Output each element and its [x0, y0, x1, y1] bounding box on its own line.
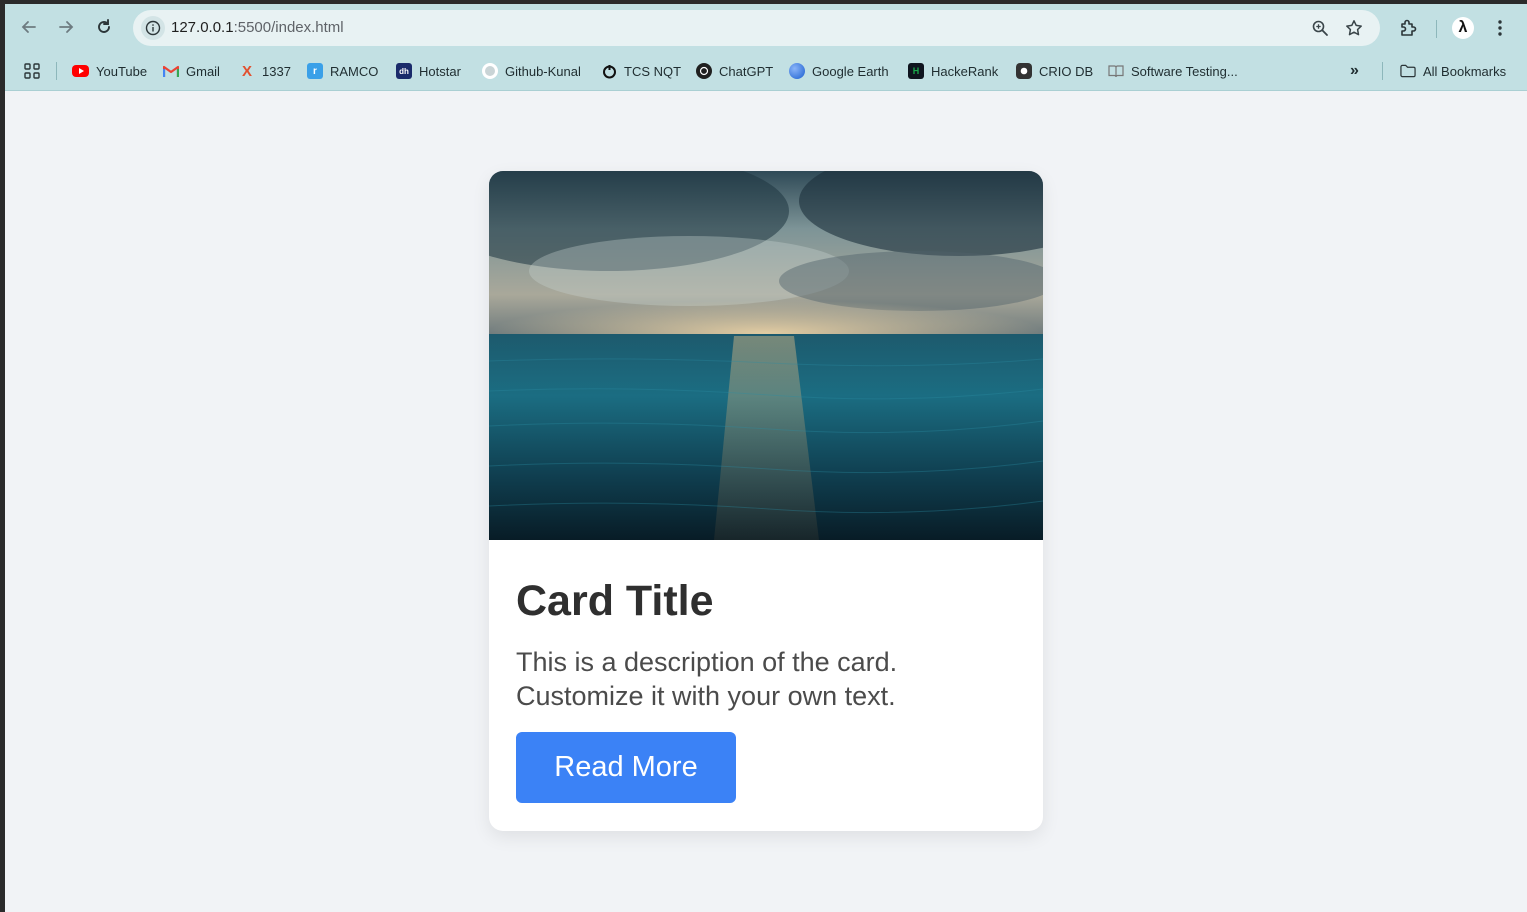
gmail-icon: [163, 63, 179, 79]
bookmark-hotstar[interactable]: dh Hotstar: [396, 61, 461, 81]
book-icon: [1108, 63, 1124, 79]
bookmark-label: HackeRank: [931, 63, 999, 79]
bookmark-label: TCS NQT: [624, 63, 682, 79]
bookmark-label: YouTube: [96, 63, 148, 79]
youtube-icon: [72, 65, 89, 77]
toolbar-divider: [1436, 20, 1437, 38]
bookmark-label: RAMCO: [330, 63, 379, 79]
card-description: This is a description of the card. Custo…: [516, 647, 898, 711]
reload-icon[interactable]: [93, 16, 115, 38]
browser-toolbar: 127.0.0.1:5500/index.html λ: [5, 4, 1527, 52]
bookmark-label: Github-Kunal: [505, 63, 581, 79]
tcs-icon: [601, 63, 617, 79]
bookmarks-divider: [1382, 62, 1383, 80]
forward-arrow-icon[interactable]: [55, 16, 77, 38]
apps-grid-icon[interactable]: [24, 61, 40, 81]
bookmark-label: Software Testing...: [1131, 63, 1238, 79]
all-bookmarks-button[interactable]: All Bookmarks: [1400, 61, 1506, 81]
bookmarks-bar: YouTube Gmail X 1337 r RAMCO dh Hotstar …: [5, 52, 1527, 91]
site-info-icon[interactable]: [141, 16, 165, 40]
zoom-icon[interactable]: [1310, 18, 1330, 38]
url-path: :5500/index.html: [233, 19, 344, 36]
address-bar[interactable]: 127.0.0.1:5500/index.html: [133, 10, 1380, 46]
bookmark-label: CRIO DB: [1039, 63, 1094, 79]
crio-icon: [1016, 63, 1032, 79]
bookmark-google-earth[interactable]: Google Earth: [789, 61, 889, 81]
card-title: Card Title: [516, 577, 714, 625]
bookmarks-overflow-button[interactable]: »: [1350, 61, 1359, 81]
bookmark-crio-db[interactable]: CRIO DB: [1016, 61, 1093, 81]
bookmark-gmail[interactable]: Gmail: [163, 61, 220, 81]
card-image: [489, 171, 1043, 540]
browser-window: 127.0.0.1:5500/index.html λ YouTube Gmai…: [5, 4, 1527, 912]
star-icon[interactable]: [1344, 18, 1364, 38]
ramco-icon: r: [307, 63, 323, 79]
bookmark-label: Google Earth: [812, 63, 889, 79]
x-icon: X: [241, 62, 252, 80]
extensions-icon[interactable]: [1397, 17, 1419, 39]
kebab-menu-icon[interactable]: [1492, 17, 1508, 39]
hackerrank-icon: H: [908, 63, 924, 79]
profile-avatar[interactable]: λ: [1452, 17, 1474, 39]
hotstar-icon: dh: [396, 63, 412, 79]
read-more-button[interactable]: Read More: [516, 732, 736, 803]
github-icon: [482, 63, 498, 79]
back-arrow-icon[interactable]: [18, 16, 40, 38]
bookmark-label: 1337: [262, 63, 291, 79]
bookmark-1337[interactable]: X 1337: [239, 61, 291, 81]
all-bookmarks-label: All Bookmarks: [1423, 63, 1507, 79]
bookmark-hackerrank[interactable]: H HackeRank: [908, 61, 998, 81]
bookmark-github-kunal[interactable]: Github-Kunal: [482, 61, 581, 81]
bookmarks-divider: [56, 62, 57, 80]
bookmark-label: ChatGPT: [719, 63, 774, 79]
card: Card Title This is a description of the …: [489, 171, 1043, 831]
url-host: 127.0.0.1: [171, 19, 234, 36]
chatgpt-icon: [696, 63, 712, 79]
bookmark-tcs-nqt[interactable]: TCS NQT: [601, 61, 681, 81]
bookmark-software-testing[interactable]: Software Testing...: [1108, 61, 1238, 81]
bookmark-ramco[interactable]: r RAMCO: [307, 61, 378, 81]
bookmark-label: Gmail: [186, 63, 220, 79]
folder-icon: [1400, 63, 1416, 79]
bookmark-label: Hotstar: [419, 63, 461, 79]
bookmark-youtube[interactable]: YouTube: [72, 61, 147, 81]
google-earth-icon: [789, 63, 805, 79]
url-text[interactable]: 127.0.0.1:5500/index.html: [171, 19, 344, 36]
bookmark-chatgpt[interactable]: ChatGPT: [696, 61, 773, 81]
